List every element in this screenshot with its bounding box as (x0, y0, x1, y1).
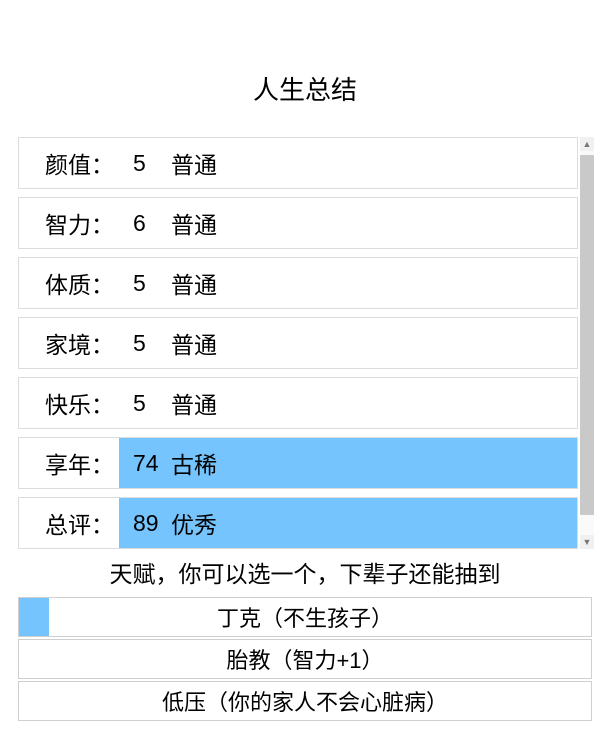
stat-label: 享年： (19, 438, 119, 488)
stat-row-intelligence: 智力： 6 普通 (18, 197, 578, 249)
talent-text: 胎教（智力+1） (226, 643, 383, 675)
stat-num: 89 (133, 510, 165, 537)
talent-list: 丁克（不生孩子） 胎教（智力+1） 低压（你的家人不会心脏病） (0, 597, 610, 721)
talent-heading: 天赋，你可以选一个，下辈子还能抽到 (0, 555, 610, 589)
stat-num: 5 (133, 270, 165, 297)
stat-row-family: 家境： 5 普通 (18, 317, 578, 369)
scrollbar-track[interactable]: ▲ ▼ (580, 137, 594, 549)
stat-row-constitution: 体质： 5 普通 (18, 257, 578, 309)
stat-grade: 优秀 (171, 506, 217, 540)
stat-row-age: 享年： 74 古稀 (18, 437, 578, 489)
stat-grade: 普通 (171, 266, 217, 300)
stat-label: 家境： (19, 318, 119, 368)
stat-grade: 普通 (171, 326, 217, 360)
page-title: 人生总结 (0, 0, 610, 137)
stat-row-happiness: 快乐： 5 普通 (18, 377, 578, 429)
stat-label: 智力： (19, 198, 119, 248)
stat-value: 5 普通 (119, 378, 577, 428)
stat-grade: 古稀 (171, 446, 217, 480)
stat-grade: 普通 (171, 146, 217, 180)
stat-grade: 普通 (171, 386, 217, 420)
stat-row-overall: 总评： 89 优秀 (18, 497, 578, 549)
scroll-down-icon[interactable]: ▼ (580, 535, 594, 549)
stat-label: 总评： (19, 498, 119, 548)
stat-num: 5 (133, 330, 165, 357)
stat-value: 5 普通 (119, 318, 577, 368)
stat-value-highlight: 89 优秀 (119, 498, 577, 548)
stat-label: 快乐： (19, 378, 119, 428)
talent-item-lowbp[interactable]: 低压（你的家人不会心脏病） (18, 681, 592, 721)
stat-label: 体质： (19, 258, 119, 308)
stat-row-appearance: 颜值： 5 普通 (18, 137, 578, 189)
scroll-up-icon[interactable]: ▲ (580, 137, 594, 151)
stat-label: 颜值： (19, 138, 119, 188)
stat-value-highlight: 74 古稀 (119, 438, 577, 488)
talent-item-dink[interactable]: 丁克（不生孩子） (18, 597, 592, 637)
stat-value: 5 普通 (119, 138, 577, 188)
page-root: 人生总结 颜值： 5 普通 智力： 6 普通 体质： 5 普通 家境： (0, 0, 610, 746)
stat-value: 5 普通 (119, 258, 577, 308)
talent-item-prenatal[interactable]: 胎教（智力+1） (18, 639, 592, 679)
scrollbar-thumb[interactable] (580, 155, 594, 515)
talent-text: 丁克（不生孩子） (217, 601, 393, 633)
talent-selected-bar (19, 598, 49, 636)
stat-num: 6 (133, 210, 165, 237)
stat-num: 74 (133, 450, 165, 477)
stat-num: 5 (133, 390, 165, 417)
stat-value: 6 普通 (119, 198, 577, 248)
stats-scroll-area: 颜值： 5 普通 智力： 6 普通 体质： 5 普通 家境： 5 普通 (18, 137, 592, 549)
stat-num: 5 (133, 150, 165, 177)
stat-grade: 普通 (171, 206, 217, 240)
talent-text: 低压（你的家人不会心脏病） (162, 685, 448, 717)
